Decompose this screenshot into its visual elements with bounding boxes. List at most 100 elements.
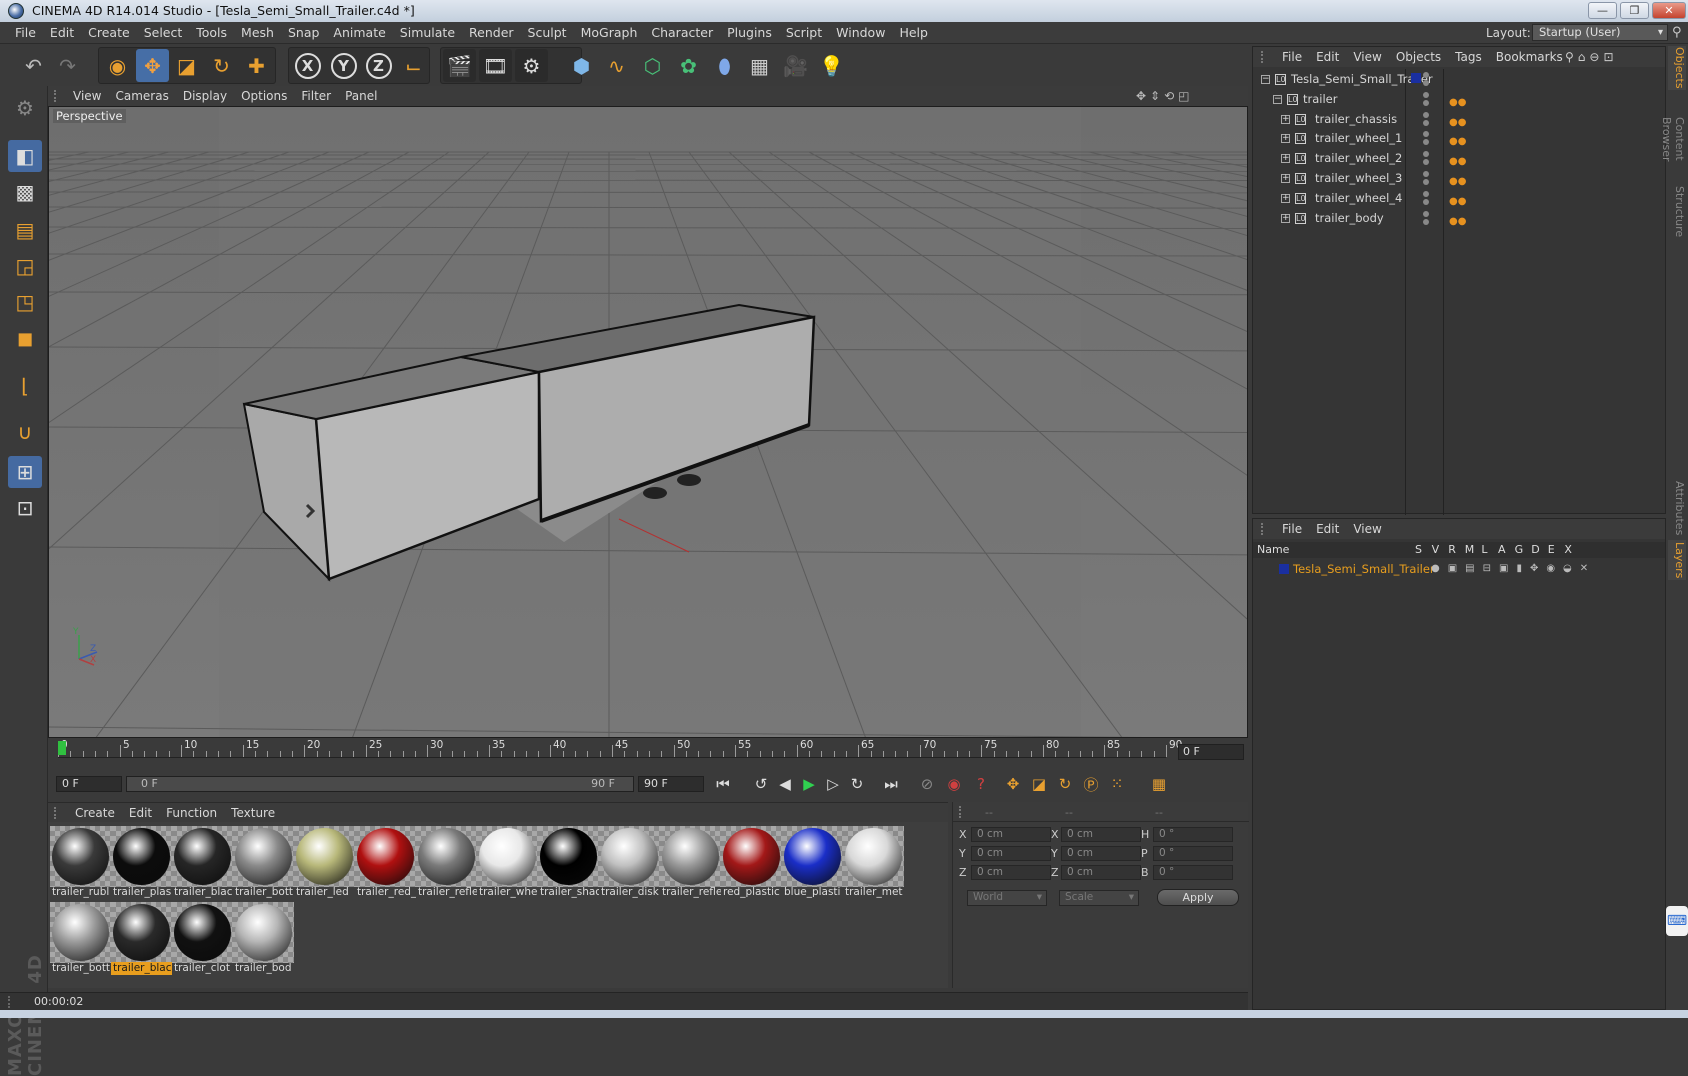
layer-column-header[interactable]: L bbox=[1481, 542, 1487, 558]
object-tree-item[interactable]: +L0trailer_body●● bbox=[1253, 208, 1665, 228]
maximize-button[interactable]: ❐ bbox=[1620, 2, 1649, 19]
material-swatch[interactable]: trailer_whe bbox=[477, 826, 538, 900]
material-tags-icon[interactable]: ●● bbox=[1449, 212, 1466, 232]
layer-column-header[interactable]: R bbox=[1448, 542, 1456, 558]
object-menu-view[interactable]: View bbox=[1346, 47, 1388, 67]
texture-mode-icon[interactable]: ▩ bbox=[8, 176, 42, 208]
object-menu-bookmarks[interactable]: Bookmarks bbox=[1489, 47, 1570, 67]
rotation-field[interactable]: 0 ° bbox=[1153, 846, 1233, 861]
preview-range-slider[interactable]: 0 F 90 F bbox=[126, 776, 634, 792]
expand-icon[interactable]: + bbox=[1281, 115, 1290, 124]
viewport-menu-display[interactable]: Display bbox=[176, 86, 234, 106]
object-name[interactable]: trailer_wheel_3 bbox=[1315, 168, 1402, 188]
menu-render[interactable]: Render bbox=[462, 22, 521, 44]
layout-dropdown[interactable]: Startup (User) bbox=[1532, 24, 1668, 41]
material-swatch[interactable]: trailer_refle bbox=[660, 826, 721, 900]
floor-icon[interactable]: ▦ bbox=[743, 49, 776, 82]
chat-help-icon[interactable]: ⌨ bbox=[1666, 906, 1688, 936]
render-visibility-dot[interactable] bbox=[1423, 120, 1429, 126]
render-visibility-dot[interactable] bbox=[1423, 199, 1429, 205]
object-tree-item[interactable]: +L0trailer_wheel_4●● bbox=[1253, 188, 1665, 208]
key-rotation-icon[interactable]: ↻ bbox=[1052, 771, 1078, 797]
material-swatch[interactable]: trailer_rubl bbox=[50, 826, 111, 900]
size-mode-dropdown[interactable]: Scale▾ bbox=[1059, 890, 1139, 906]
viewport-menu-panel[interactable]: Panel bbox=[338, 86, 384, 106]
tab-attributes[interactable]: Attributes bbox=[1668, 480, 1686, 536]
world-coordinates-icon[interactable]: ⌙ bbox=[397, 49, 430, 82]
material-swatch[interactable]: trailer_bod bbox=[233, 902, 294, 976]
material-swatch[interactable]: trailer_disk bbox=[599, 826, 660, 900]
editor-visibility-dot[interactable] bbox=[1423, 151, 1429, 157]
material-swatch[interactable]: trailer_led bbox=[294, 826, 355, 900]
menu-sculpt[interactable]: Sculpt bbox=[521, 22, 574, 44]
render-visibility-dot[interactable] bbox=[1423, 219, 1429, 225]
current-frame-field[interactable]: 0 F bbox=[1178, 744, 1244, 760]
layer-flags-icons[interactable]: ●▣▤⊟▣▮✥◉◒✕ bbox=[1431, 560, 1596, 578]
timeline-ruler[interactable]: 051015202530354045505560657075808590 0 F bbox=[48, 739, 1248, 765]
viewport-menu-cameras[interactable]: Cameras bbox=[108, 86, 175, 106]
object-name[interactable]: trailer_wheel_4 bbox=[1315, 188, 1402, 208]
layer-column-header[interactable]: G bbox=[1515, 542, 1524, 558]
snap-settings-icon[interactable]: ⊡ bbox=[8, 492, 42, 524]
apply-button[interactable]: Apply bbox=[1157, 889, 1239, 906]
collapse-icon[interactable]: − bbox=[1261, 75, 1270, 84]
y-axis-lock-icon[interactable]: Y bbox=[327, 49, 360, 82]
cube-primitive-icon[interactable]: ⬢ bbox=[565, 49, 598, 82]
size-field[interactable]: 0 cm bbox=[1061, 827, 1141, 842]
position-field[interactable]: 0 cm bbox=[971, 846, 1051, 861]
layer-column-header[interactable]: M bbox=[1465, 542, 1475, 558]
size-field[interactable]: 0 cm bbox=[1061, 865, 1141, 880]
object-menu-edit[interactable]: Edit bbox=[1309, 47, 1346, 67]
collapse-icon[interactable]: − bbox=[1273, 95, 1282, 104]
layer-name[interactable]: Tesla_Semi_Small_Trailer bbox=[1293, 560, 1435, 578]
render-view-icon[interactable]: 🎬 bbox=[443, 49, 476, 82]
material-swatch[interactable]: blue_plasti bbox=[782, 826, 843, 900]
render-visibility-dot[interactable] bbox=[1423, 159, 1429, 165]
menu-tools[interactable]: Tools bbox=[189, 22, 234, 44]
menu-script[interactable]: Script bbox=[779, 22, 829, 44]
tab-content-browser[interactable]: Content Browser bbox=[1668, 96, 1686, 182]
go-to-start-icon[interactable]: ⏮ bbox=[710, 771, 736, 797]
x-axis-lock-icon[interactable]: X bbox=[291, 49, 324, 82]
rotation-field[interactable]: 0 ° bbox=[1153, 827, 1233, 842]
polygons-mode-icon[interactable]: ◼ bbox=[8, 322, 42, 354]
layer-column-header[interactable]: V bbox=[1432, 542, 1440, 558]
object-name[interactable]: trailer_wheel_1 bbox=[1315, 128, 1402, 148]
live-selection-icon[interactable]: ◉ bbox=[101, 49, 134, 82]
layer-menu-edit[interactable]: Edit bbox=[1309, 519, 1346, 539]
menu-select[interactable]: Select bbox=[137, 22, 190, 44]
object-tree-item[interactable]: +L0trailer_wheel_3●● bbox=[1253, 168, 1665, 188]
make-editable-icon[interactable]: ⚙ bbox=[8, 92, 42, 124]
material-menu-function[interactable]: Function bbox=[159, 803, 224, 823]
menu-create[interactable]: Create bbox=[81, 22, 137, 44]
size-field[interactable]: 0 cm bbox=[1061, 846, 1141, 861]
editor-visibility-dot[interactable] bbox=[1423, 211, 1429, 217]
layer-row[interactable]: Tesla_Semi_Small_Trailer ●▣▤⊟▣▮✥◉◒✕ bbox=[1253, 560, 1665, 578]
object-name[interactable]: trailer_body bbox=[1315, 208, 1384, 228]
workplane-mode-icon[interactable]: ▤ bbox=[8, 214, 42, 246]
object-name[interactable]: trailer_wheel_2 bbox=[1315, 148, 1402, 168]
object-tree-item[interactable]: +L0trailer_wheel_1●● bbox=[1253, 128, 1665, 148]
model-mode-icon[interactable]: ◧ bbox=[8, 140, 42, 172]
tab-objects[interactable]: Objects bbox=[1668, 46, 1686, 90]
material-swatch[interactable]: trailer_plas bbox=[111, 826, 172, 900]
object-manager-tools-icons[interactable]: ⚲⌂⊖⊡ bbox=[1565, 47, 1618, 67]
render-visibility-dot[interactable] bbox=[1423, 139, 1429, 145]
editor-visibility-dot[interactable] bbox=[1423, 72, 1429, 78]
object-menu-tags[interactable]: Tags bbox=[1448, 47, 1489, 67]
editor-visibility-dot[interactable] bbox=[1423, 112, 1429, 118]
layer-color-swatch[interactable] bbox=[1411, 73, 1421, 83]
rotate-icon[interactable]: ↻ bbox=[205, 49, 238, 82]
cloner-icon[interactable]: ⬡ bbox=[636, 49, 669, 82]
editor-visibility-dot[interactable] bbox=[1423, 131, 1429, 137]
expand-icon[interactable]: + bbox=[1281, 194, 1290, 203]
minimize-button[interactable]: — bbox=[1588, 2, 1617, 19]
menu-help[interactable]: Help bbox=[892, 22, 935, 44]
redo-icon[interactable]: ↷ bbox=[51, 49, 84, 82]
viewport-menu-filter[interactable]: Filter bbox=[294, 86, 338, 106]
material-menu-edit[interactable]: Edit bbox=[122, 803, 159, 823]
menu-file[interactable]: File bbox=[8, 22, 43, 44]
menu-plugins[interactable]: Plugins bbox=[720, 22, 779, 44]
editor-visibility-dot[interactable] bbox=[1423, 191, 1429, 197]
render-visibility-dot[interactable] bbox=[1423, 80, 1429, 86]
